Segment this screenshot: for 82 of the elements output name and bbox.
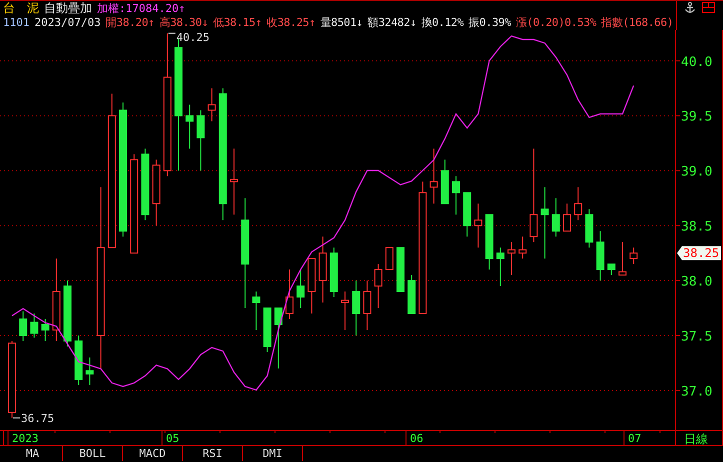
- date-axis-label: 07: [628, 432, 642, 445]
- candlestick: [186, 104, 194, 150]
- candlestick: [296, 269, 305, 309]
- quote-value: 高38.30↓: [159, 15, 208, 29]
- candlestick: [574, 186, 582, 221]
- stock-name: 台 泥: [3, 1, 39, 15]
- candlestick: [440, 159, 449, 204]
- candlestick: [452, 176, 460, 216]
- candlestick: [474, 203, 482, 248]
- candlestick: [374, 264, 382, 309]
- leader-line: [168, 32, 176, 34]
- candlestick: [563, 203, 571, 232]
- candlestick: [19, 310, 28, 342]
- candlestick: [552, 198, 560, 238]
- quote-value: 收38.25↑: [266, 15, 316, 29]
- leader-line: [12, 417, 20, 418]
- indicator-tab[interactable]: MACD: [123, 446, 183, 461]
- candlestick: [396, 247, 404, 292]
- quote-value: 量8501↓: [320, 15, 363, 29]
- price-axis-label: 39.5: [681, 110, 712, 125]
- quote-value: 漲(0.20)0.53%: [516, 15, 596, 29]
- candlestick: [196, 110, 205, 172]
- candlestick: [263, 308, 272, 352]
- price-axis-label: 38.0: [681, 274, 712, 290]
- date-axis-label: 06: [410, 432, 424, 445]
- price-axis-label: 40.0: [681, 54, 712, 70]
- date-axis-label: 2023: [12, 432, 38, 445]
- quote-value: 指數(168.66): [601, 15, 674, 29]
- candlestick: [607, 264, 616, 276]
- candlestick: [496, 247, 504, 287]
- stock-code: 1101: [3, 16, 30, 28]
- candlestick: [308, 258, 316, 314]
- candlestick: [363, 280, 372, 330]
- candlestick: [463, 192, 472, 238]
- indicator-tab[interactable]: RSI: [183, 446, 243, 461]
- quote-value: 低38.15↑: [213, 15, 262, 29]
- price-axis-label: 37.0: [681, 384, 712, 400]
- index-quote: 加權:17084.20↑: [97, 1, 186, 15]
- candlestick: [274, 308, 282, 369]
- indicator-tab[interactable]: DMI: [243, 446, 303, 461]
- candlestick: [30, 313, 38, 338]
- candlestick: [64, 280, 72, 347]
- quote-value: 換0.12%: [421, 15, 464, 29]
- overlay-mode-label: 自動疊加: [44, 1, 92, 15]
- anchor-icon[interactable]: [684, 2, 696, 14]
- candlestick: [252, 291, 260, 330]
- candlestick: [74, 335, 83, 386]
- candlestick: [485, 214, 494, 270]
- candlestick: [385, 247, 394, 270]
- candlestick: [596, 230, 604, 282]
- candlestick: [352, 280, 360, 336]
- candlestick: [408, 274, 416, 314]
- candlestick: [518, 236, 527, 260]
- quote-value: 開38.20↑: [106, 15, 154, 29]
- candlestick: [86, 356, 94, 386]
- date-axis-label: 05: [166, 432, 180, 445]
- price-axis-label: 38.5: [681, 220, 712, 235]
- candlestick: [230, 148, 238, 216]
- candlestick: [585, 208, 594, 248]
- quote-value: 額32482↓: [368, 15, 416, 29]
- period-label[interactable]: 日線: [684, 432, 708, 446]
- price-axis-label: 39.0: [681, 164, 712, 180]
- indicator-tab[interactable]: MA: [3, 446, 63, 461]
- candlestick: [318, 236, 327, 304]
- price-axis-label: 37.5: [681, 330, 712, 344]
- candlestick: [630, 247, 638, 265]
- quote-date: 2023/07/03: [34, 16, 101, 28]
- candlestick: [508, 242, 516, 276]
- candlestick: [330, 247, 338, 298]
- indicator-tab[interactable]: BOLL: [63, 446, 123, 461]
- candlestick: [341, 291, 349, 330]
- candlestick: [41, 318, 50, 342]
- price-annotation: 40.25: [176, 31, 210, 44]
- candlestick: [430, 148, 438, 204]
- quote-value: 振0.39%: [468, 15, 511, 29]
- candlestick: [152, 159, 160, 226]
- candlestick: [286, 269, 294, 320]
- price-annotation: 36.75: [21, 412, 54, 425]
- candlestick: [618, 242, 626, 276]
- last-price-tag: 38.25: [677, 246, 721, 260]
- candlestick: [208, 88, 216, 122]
- window-layout-icon[interactable]: [702, 2, 715, 13]
